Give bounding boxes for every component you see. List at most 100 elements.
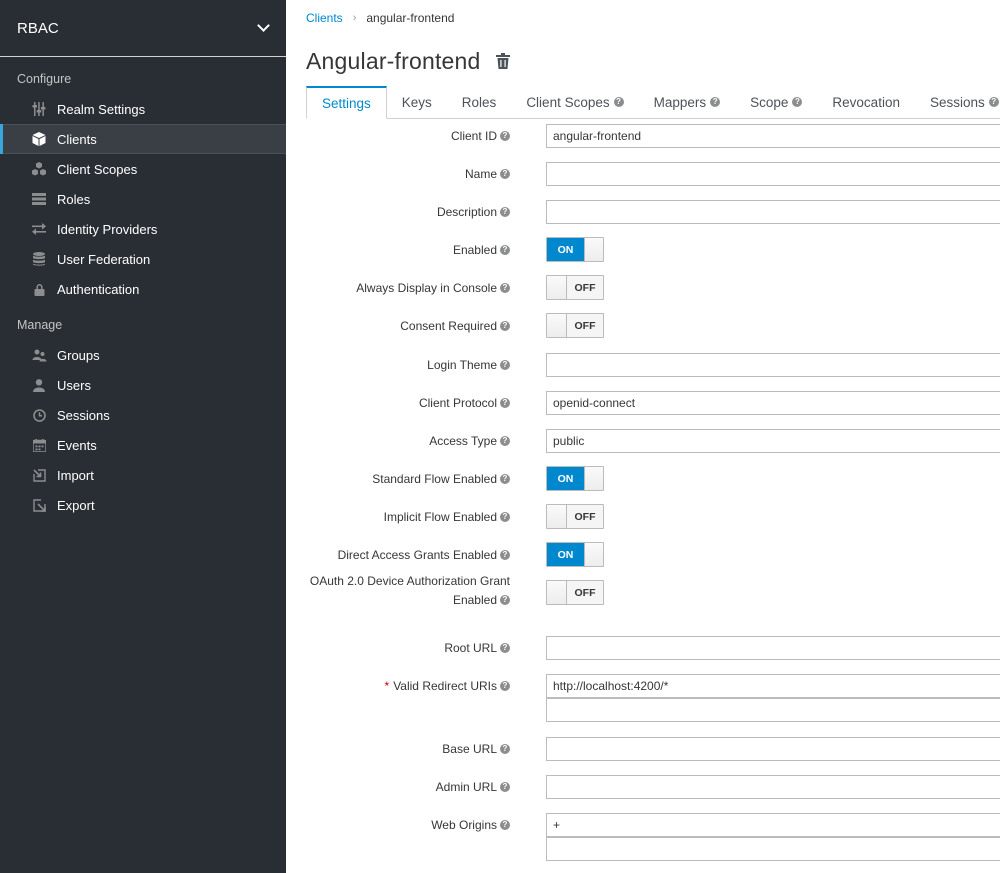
redirect-uris-input[interactable]: [546, 698, 1000, 722]
sliders-icon: [31, 101, 47, 117]
web-origins-input[interactable]: +: [546, 813, 1000, 837]
help-icon[interactable]: ?: [500, 244, 510, 255]
tab-keys[interactable]: Keys: [387, 86, 447, 118]
tab-mappers[interactable]: Mappers?: [639, 86, 736, 118]
breadcrumb-clients-link[interactable]: Clients: [306, 11, 343, 25]
tab-settings[interactable]: Settings: [306, 86, 387, 119]
name-input[interactable]: [546, 162, 1000, 186]
sidebar-item-export[interactable]: Export: [0, 490, 286, 520]
always-display-toggle[interactable]: OFF: [546, 275, 604, 300]
direct-access-toggle[interactable]: ON: [546, 542, 604, 567]
help-icon[interactable]: ?: [500, 435, 510, 446]
client-protocol-input[interactable]: openid-connect: [546, 391, 1000, 415]
implicit-flow-toggle[interactable]: OFF: [546, 504, 604, 529]
sidebar-item-authentication[interactable]: Authentication: [0, 274, 286, 304]
tab-label: Mappers: [653, 94, 707, 110]
description-input[interactable]: [546, 200, 1000, 224]
sidebar-item-label: Sessions: [57, 407, 110, 423]
redirect-uris-label: * Valid Redirect URIs?: [385, 679, 510, 693]
tab-bar: Settings Keys Roles Client Scopes? Mappers? S…: [306, 86, 1000, 119]
redirect-uris-input[interactable]: http://localhost:4200/*: [546, 674, 1000, 698]
cubes-icon: [31, 161, 47, 177]
access-type-label: Access Type?: [429, 434, 510, 448]
help-icon[interactable]: ?: [792, 97, 803, 107]
help-icon[interactable]: ?: [500, 320, 510, 331]
help-icon[interactable]: ?: [500, 819, 510, 830]
realm-selector[interactable]: RBAC: [0, 0, 286, 57]
sidebar-item-identity-providers[interactable]: Identity Providers: [0, 214, 286, 244]
trash-icon[interactable]: [495, 52, 510, 74]
web-origins-input[interactable]: [546, 837, 1000, 861]
groups-icon: [31, 347, 47, 363]
help-icon[interactable]: ?: [500, 282, 510, 293]
calendar-icon: [31, 437, 47, 453]
tab-label: Roles: [461, 94, 497, 110]
help-icon[interactable]: ?: [988, 97, 999, 107]
help-icon[interactable]: ?: [500, 680, 510, 691]
tab-revocation[interactable]: Revocation: [817, 86, 915, 118]
sidebar-item-user-federation[interactable]: User Federation: [0, 244, 286, 274]
base-url-input[interactable]: [546, 737, 1000, 761]
help-icon[interactable]: ?: [500, 397, 510, 408]
tab-label: Client Scopes: [526, 94, 610, 110]
base-url-label: Base URL?: [442, 742, 510, 756]
sidebar-item-clients[interactable]: Clients: [0, 124, 286, 154]
root-url-input[interactable]: [546, 636, 1000, 660]
help-icon[interactable]: ?: [500, 473, 510, 484]
toggle-state: OFF: [567, 276, 603, 299]
lock-icon: [31, 281, 47, 297]
cube-icon: [31, 131, 47, 147]
help-icon[interactable]: ?: [500, 642, 510, 653]
help-icon[interactable]: ?: [500, 594, 510, 605]
sidebar-item-label: Events: [57, 437, 97, 453]
field-label-text: Valid Redirect URIs: [393, 679, 497, 693]
tab-scope[interactable]: Scope?: [735, 86, 817, 118]
name-label: Name?: [465, 167, 510, 181]
sidebar-item-events[interactable]: Events: [0, 430, 286, 460]
enabled-toggle[interactable]: ON: [546, 237, 604, 262]
sidebar-item-realm-settings[interactable]: Realm Settings: [0, 94, 286, 124]
sidebar-item-label: Users: [57, 377, 91, 393]
device-grant-toggle[interactable]: OFF: [546, 580, 604, 605]
sidebar-item-client-scopes[interactable]: Client Scopes: [0, 154, 286, 184]
field-label-text: Consent Required: [400, 319, 497, 333]
toggle-knob: [584, 238, 603, 261]
login-theme-input[interactable]: [546, 353, 1000, 377]
help-icon[interactable]: ?: [613, 97, 624, 107]
help-icon[interactable]: ?: [500, 549, 510, 560]
device-grant-label: OAuth 2.0 Device Authorization Grant Ena…: [290, 572, 510, 610]
sidebar-item-sessions[interactable]: Sessions: [0, 400, 286, 430]
help-icon[interactable]: ?: [500, 511, 510, 522]
toggle-knob: [547, 314, 567, 337]
tab-roles[interactable]: Roles: [447, 86, 512, 118]
help-icon[interactable]: ?: [500, 206, 510, 217]
help-icon[interactable]: ?: [500, 743, 510, 754]
tab-client-scopes[interactable]: Client Scopes?: [511, 86, 638, 118]
breadcrumb-separator-icon: ›: [352, 12, 357, 24]
tab-label: Sessions: [929, 94, 985, 110]
sidebar: RBAC Configure Realm Settings Clients Clie…: [0, 0, 286, 873]
sidebar-item-users[interactable]: Users: [0, 370, 286, 400]
implicit-flow-label: Implicit Flow Enabled?: [384, 510, 510, 524]
tab-sessions[interactable]: Sessions?: [915, 86, 1000, 118]
consent-required-toggle[interactable]: OFF: [546, 313, 604, 338]
client-id-label: Client ID?: [451, 129, 510, 143]
tab-label: Revocation: [832, 94, 900, 110]
roles-icon: [31, 191, 47, 207]
admin-url-input[interactable]: [546, 775, 1000, 799]
help-icon[interactable]: ?: [500, 168, 510, 179]
client-id-input[interactable]: angular-frontend: [546, 124, 1000, 148]
help-icon[interactable]: ?: [710, 97, 721, 107]
standard-flow-toggle[interactable]: ON: [546, 466, 604, 491]
help-icon[interactable]: ?: [500, 781, 510, 792]
field-label-text: Direct Access Grants Enabled: [337, 548, 497, 562]
toggle-state: ON: [547, 238, 584, 261]
field-label-text: OAuth 2.0 Device Authorization Grant Ena…: [309, 574, 510, 607]
sidebar-item-groups[interactable]: Groups: [0, 340, 286, 370]
help-icon[interactable]: ?: [500, 359, 510, 370]
access-type-input[interactable]: public: [546, 429, 1000, 453]
sidebar-item-import[interactable]: Import: [0, 460, 286, 490]
help-icon[interactable]: ?: [500, 130, 510, 141]
field-label-text: Root URL: [444, 641, 497, 655]
sidebar-item-roles[interactable]: Roles: [0, 184, 286, 214]
